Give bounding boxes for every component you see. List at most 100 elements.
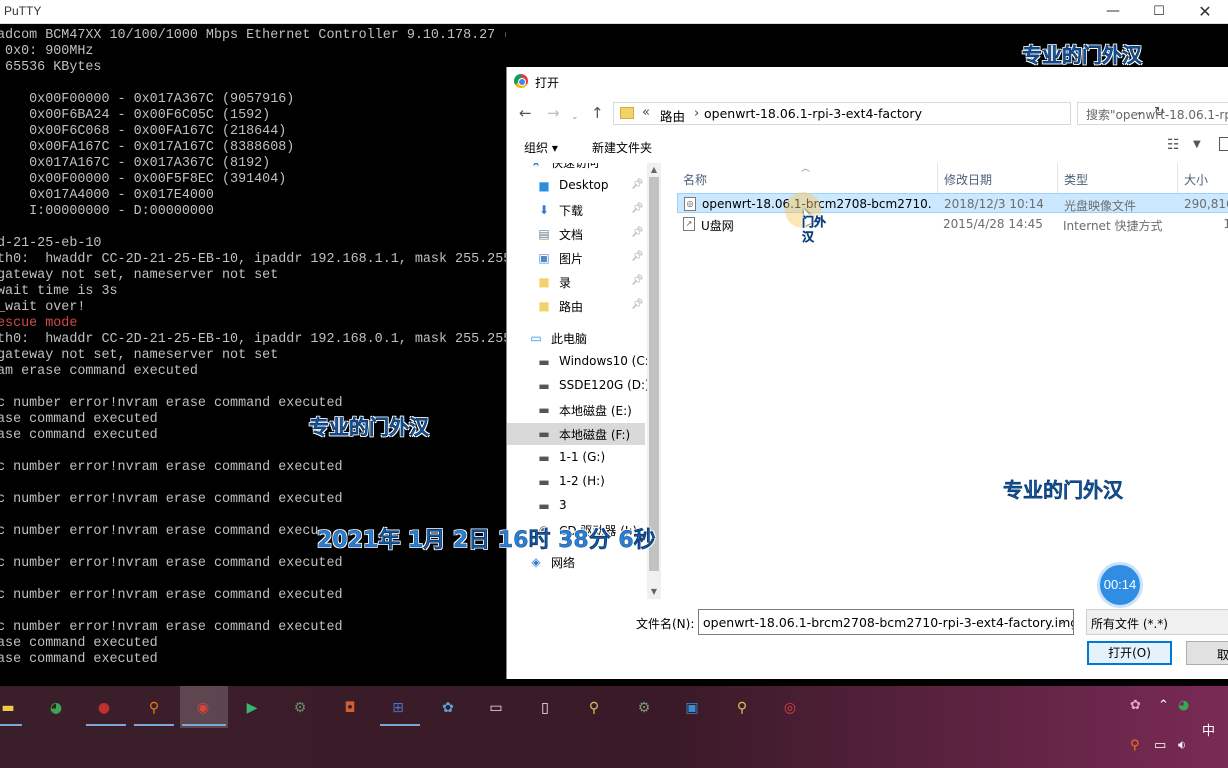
- nav-item[interactable]: ▭ 此电脑: [507, 327, 645, 349]
- filename-input[interactable]: openwrt-18.06.1-brcm2708-bcm2710-rpi-3-e…: [698, 609, 1074, 635]
- taskbar-running-indicator: [182, 724, 226, 726]
- breadcrumb-segment[interactable]: openwrt-18.06.1-rpi-3-ext4-factory: [704, 106, 922, 121]
- search-input[interactable]: 搜索"openwrt-18.06.1-rpi: [1077, 102, 1228, 125]
- terminal-line: ase command executed: [0, 428, 158, 443]
- nav-item[interactable]: ▬ 1-2 (H:): [507, 471, 645, 493]
- search-tool-icon[interactable]: ⚲: [582, 696, 606, 720]
- pin-icon[interactable]: 📌︎: [631, 251, 644, 262]
- chevron-right-icon[interactable]: ›: [694, 106, 699, 121]
- nav-item[interactable]: ■ 录 📌︎: [507, 271, 645, 293]
- nav-item[interactable]: ■ Desktop 📌︎: [507, 175, 645, 197]
- globe-tray-icon[interactable]: ◕: [1178, 698, 1189, 713]
- nav-item[interactable]: ▬ 本地磁盘 (E:): [507, 399, 645, 421]
- router-tool-icon[interactable]: ◘: [338, 696, 362, 720]
- nav-item[interactable]: ⬇ 下载 📌︎: [507, 199, 645, 221]
- column-divider[interactable]: [1057, 163, 1058, 193]
- nav-item-icon: ⬇: [538, 203, 550, 217]
- column-header-type[interactable]: 类型: [1064, 171, 1088, 188]
- filename-label: 文件名(N):: [636, 617, 695, 631]
- forward-arrow-icon[interactable]: →: [547, 105, 560, 121]
- scroll-up-icon[interactable]: ▲: [647, 165, 661, 174]
- preview-pane-icon[interactable]: [1219, 137, 1228, 151]
- gear-app-icon[interactable]: ⚙: [632, 696, 656, 720]
- column-header-date[interactable]: 修改日期: [944, 171, 992, 188]
- dialog-title: 打开: [535, 76, 560, 90]
- ok-app-icon[interactable]: ◎: [778, 696, 802, 720]
- chevron-up-icon[interactable]: ⌃: [1158, 698, 1169, 713]
- nav-item-icon: ▬: [538, 355, 550, 369]
- network-tray-icon[interactable]: ▭: [1154, 738, 1166, 753]
- taskbar-running-indicator: [0, 724, 22, 726]
- nav-scrollbar-thumb[interactable]: [649, 177, 659, 571]
- column-divider[interactable]: [1177, 163, 1178, 193]
- terminal-output[interactable]: adcom BCM47XX 10/100/1000 Mbps Ethernet …: [0, 24, 506, 686]
- nav-item[interactable]: ▬ 3: [507, 495, 645, 517]
- address-bar[interactable]: « 路由 › openwrt-18.06.1-rpi-3-ext4-factor…: [613, 102, 1165, 125]
- terminal-line: gateway not set, nameserver not set: [0, 268, 279, 283]
- document-icon[interactable]: ▯: [533, 696, 557, 720]
- open-button[interactable]: 打开(O): [1087, 641, 1172, 665]
- terminal-line: 0x00F6BA24 - 0x00F6C05C (1592): [0, 108, 271, 123]
- nav-item[interactable]: ▬ 1-1 (G:): [507, 447, 645, 469]
- close-button[interactable]: ✕: [1182, 0, 1228, 24]
- flower-app-icon[interactable]: ✿: [436, 696, 460, 720]
- scroll-down-icon[interactable]: ▼: [647, 587, 661, 596]
- flower-tray-icon[interactable]: ✿: [1130, 698, 1141, 713]
- minimize-button[interactable]: —: [1090, 0, 1136, 24]
- nav-item[interactable]: ▤ 文档 📌︎: [507, 223, 645, 245]
- nav-item[interactable]: ★ 快速访问: [507, 163, 645, 173]
- view-options-icon[interactable]: ☷: [1167, 137, 1180, 153]
- organize-button[interactable]: 组织 ▾: [524, 139, 558, 156]
- column-header-size[interactable]: 大小: [1184, 171, 1208, 188]
- breadcrumb-segment[interactable]: 路由: [660, 106, 685, 125]
- nav-item[interactable]: ◈ 网络: [507, 551, 645, 573]
- nav-item-icon: ▬: [538, 427, 550, 441]
- folder-icon[interactable]: ▭: [484, 696, 508, 720]
- nav-item[interactable]: ▣ 图片 📌︎: [507, 247, 645, 269]
- terminal-line: c number error!nvram erase command execu…: [0, 620, 343, 635]
- network-tool-icon[interactable]: ⊞: [386, 696, 410, 720]
- recorder-icon[interactable]: ●: [92, 696, 116, 720]
- ie-globe-icon[interactable]: ◕: [44, 696, 68, 720]
- breadcrumb-overflow[interactable]: «: [642, 105, 650, 120]
- filetype-select[interactable]: 所有文件 (*.*): [1086, 609, 1228, 635]
- pin-icon[interactable]: 📌︎: [631, 179, 644, 190]
- pin-icon[interactable]: 📌︎: [631, 275, 644, 286]
- search-magnifier-icon[interactable]: ⚲: [142, 696, 166, 720]
- maximize-button[interactable]: ☐: [1136, 0, 1182, 24]
- file-search-icon[interactable]: ⚲: [730, 696, 754, 720]
- nav-item-icon: ■: [538, 299, 550, 313]
- chevron-down-icon[interactable]: ▼: [1193, 139, 1201, 150]
- file-row[interactable]: ◎ openwrt-18.06.1-brcm2708-bcm2710... 2018…: [677, 193, 1228, 213]
- settings-app-icon[interactable]: ⚙: [288, 696, 312, 720]
- column-header-name[interactable]: 名称: [683, 171, 707, 188]
- file-row[interactable]: ↗ U盘网 2015/4/28 14:45 Internet 快捷方式 1: [677, 214, 1228, 234]
- cancel-button[interactable]: 取: [1186, 641, 1228, 665]
- recent-dropdown-icon[interactable]: ⌄: [571, 109, 579, 125]
- ime-indicator[interactable]: 中: [1202, 720, 1215, 739]
- volume-icon[interactable]: 🔉︎: [1178, 738, 1186, 753]
- back-arrow-icon[interactable]: ←: [519, 105, 532, 121]
- pin-icon[interactable]: 📌︎: [631, 227, 644, 238]
- nav-item[interactable]: ▬ SSDE120G (D:): [507, 375, 649, 397]
- nav-item[interactable]: ▬ Windows10 (C:: [507, 351, 648, 373]
- column-divider[interactable]: [937, 163, 938, 193]
- pin-icon[interactable]: 📌︎: [631, 203, 644, 214]
- pin-icon[interactable]: 📌︎: [631, 299, 644, 310]
- shortcut-file-icon: ↗: [683, 217, 695, 231]
- new-folder-button[interactable]: 新建文件夹: [592, 139, 652, 156]
- chrome-icon[interactable]: ◉: [191, 696, 215, 720]
- file-explorer-icon[interactable]: ▬: [0, 696, 20, 720]
- recording-timer[interactable]: 00:14: [1097, 562, 1143, 608]
- chevron-down-icon[interactable]: ⌄: [1057, 616, 1065, 627]
- terminal-line: 0x00F6C068 - 0x00FA167C (218644): [0, 124, 287, 139]
- up-arrow-icon[interactable]: ↑: [591, 105, 604, 121]
- nav-item-label: 快速访问: [551, 163, 600, 170]
- file-date: 2018/12/3 10:14: [944, 197, 1044, 211]
- nav-item[interactable]: ■ 路由 📌︎: [507, 295, 645, 317]
- player-icon[interactable]: ▶: [240, 696, 264, 720]
- search-tray-icon[interactable]: ⚲: [1130, 738, 1140, 753]
- computer-app-icon[interactable]: ▣: [680, 696, 704, 720]
- recording-timestamp: 2021年 1月 2日 16时 38分 6秒: [317, 528, 656, 553]
- nav-item[interactable]: ▬ 本地磁盘 (F:): [507, 423, 645, 445]
